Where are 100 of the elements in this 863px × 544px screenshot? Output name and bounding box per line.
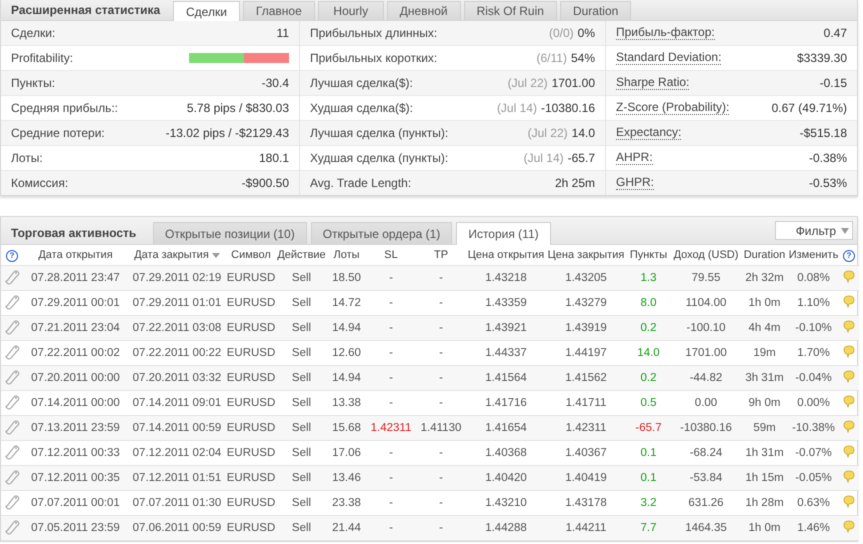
tab[interactable]: Hourly (318, 1, 384, 20)
filter-button[interactable]: Фильтр (774, 221, 853, 240)
column-header[interactable]: Изменить (788, 249, 838, 261)
close-price: 1.43205 (565, 272, 607, 284)
stat-value: 180.1 (258, 151, 289, 165)
stat-value: $3339.30 (796, 51, 847, 65)
take-profit: - (439, 347, 443, 359)
stat-value: 0% (578, 26, 595, 40)
action: Sell (292, 347, 312, 359)
close-price: 1.43279 (565, 297, 607, 309)
income: -100.10 (686, 322, 726, 334)
comment-icon[interactable] (842, 295, 856, 308)
income: 631.26 (688, 497, 724, 509)
stat-label: Лоты: (11, 151, 43, 165)
action: Sell (292, 497, 312, 509)
comment-icon[interactable] (842, 420, 856, 433)
sort-arrow-icon (212, 252, 220, 258)
symbol: EURUSD (226, 447, 276, 459)
stat-label: Лучшая сделка($): (310, 76, 413, 90)
tag-icon (4, 293, 20, 310)
income: 1701.00 (685, 347, 727, 359)
tab[interactable]: Duration (560, 1, 632, 20)
pips: -65.7 (635, 422, 662, 434)
column-header[interactable]: TP (434, 249, 448, 261)
column-header[interactable]: Дата закрытия (134, 249, 220, 261)
column-header[interactable]: Пункты (630, 249, 668, 261)
change: -0.04% (795, 372, 832, 384)
comment-icon[interactable] (842, 470, 856, 483)
close-date: 07.14.2011 00:59 (132, 422, 222, 434)
stat-value: 11 (276, 26, 289, 40)
take-profit: - (439, 272, 443, 284)
tab[interactable]: Открытые ордера (1) (310, 222, 452, 244)
stat-value: -30.4 (262, 76, 289, 90)
column-header[interactable]: Символ (231, 249, 271, 261)
stat-label[interactable]: Прибыль-фактор: (616, 26, 715, 40)
close-date: 07.12.2011 02:04 (132, 447, 222, 459)
tab[interactable]: Дневной (386, 1, 461, 20)
comment-icon[interactable] (842, 445, 856, 458)
column-header[interactable]: Duration (744, 249, 786, 261)
comment-icon[interactable] (842, 395, 856, 408)
stat-date-note: (0/0) (548, 26, 574, 40)
change: 1.70% (797, 347, 830, 359)
column-header[interactable]: SL (384, 249, 398, 261)
open-price: 1.44337 (485, 347, 527, 359)
take-profit: - (439, 522, 443, 534)
tab[interactable]: Сделки (173, 1, 240, 21)
column-header[interactable]: Действие (277, 249, 326, 261)
take-profit: 1.41130 (420, 422, 462, 434)
comment-icon[interactable] (842, 370, 856, 383)
stat-label[interactable]: Sharpe Ratio: (616, 76, 690, 90)
symbol: EURUSD (226, 522, 276, 534)
close-date: 07.06.2011 00:59 (132, 522, 222, 534)
duration: 59m (753, 422, 776, 434)
stat-date-note: (Jul 22) (528, 126, 568, 140)
lots: 14.72 (332, 297, 361, 309)
comment-icon[interactable] (842, 345, 856, 358)
comment-icon[interactable] (842, 270, 856, 283)
take-profit: - (439, 322, 443, 334)
comment-icon[interactable] (842, 320, 856, 333)
column-header[interactable]: Лоты (333, 249, 360, 261)
stat-date-note: (Jul 14) (524, 151, 564, 165)
change: -0.10% (795, 322, 832, 334)
tab[interactable]: Открытые позиции (10) (153, 222, 307, 244)
column-header[interactable]: Цена закрытия (548, 249, 624, 261)
take-profit: - (439, 397, 443, 409)
help-icon[interactable]: ? (843, 250, 855, 262)
stat-label: Пункты: (11, 76, 56, 90)
tab[interactable]: История (11) (456, 222, 551, 245)
tag-icon (4, 368, 20, 385)
stat-label[interactable]: AHPR: (616, 151, 653, 165)
stat-label[interactable]: Expectancy: (616, 126, 682, 140)
lots: 15.68 (332, 422, 361, 434)
column-header[interactable]: Доход (USD) (674, 249, 738, 261)
comment-icon[interactable] (842, 520, 856, 533)
tag-icon (4, 343, 20, 360)
income: 1464.35 (685, 522, 727, 534)
tag-icon (4, 393, 20, 410)
column-header[interactable]: Цена открытия (468, 249, 544, 261)
panel-title: Торговая активность (10, 226, 138, 240)
stop-loss: - (389, 397, 393, 409)
tab[interactable]: Главное (242, 1, 315, 20)
stop-loss: 1.42311 (370, 422, 412, 434)
column-header[interactable]: Дата открытия (38, 249, 113, 261)
take-profit: - (439, 297, 443, 309)
comment-icon[interactable] (842, 495, 856, 508)
tab[interactable]: Risk Of Ruin (464, 1, 557, 20)
tag-icon (4, 268, 20, 285)
help-icon[interactable]: ? (6, 250, 18, 262)
stat-label: Сделки: (11, 26, 56, 40)
duration: 3h 31m (745, 372, 784, 384)
stat-value: 5.78 pips / $830.03 (186, 101, 289, 115)
stat-label[interactable]: Standard Deviation: (616, 51, 722, 65)
pips: 8.0 (640, 297, 656, 309)
lots: 18.50 (332, 272, 361, 284)
open-price: 1.43218 (485, 272, 527, 284)
stat-label[interactable]: Z-Score (Probability): (616, 101, 730, 115)
stat-label[interactable]: GHPR: (616, 176, 654, 190)
open-date: 07.13.2011 23:59 (31, 422, 120, 434)
open-price: 1.43359 (485, 297, 527, 309)
open-date: 07.14.2011 00:00 (31, 397, 120, 409)
